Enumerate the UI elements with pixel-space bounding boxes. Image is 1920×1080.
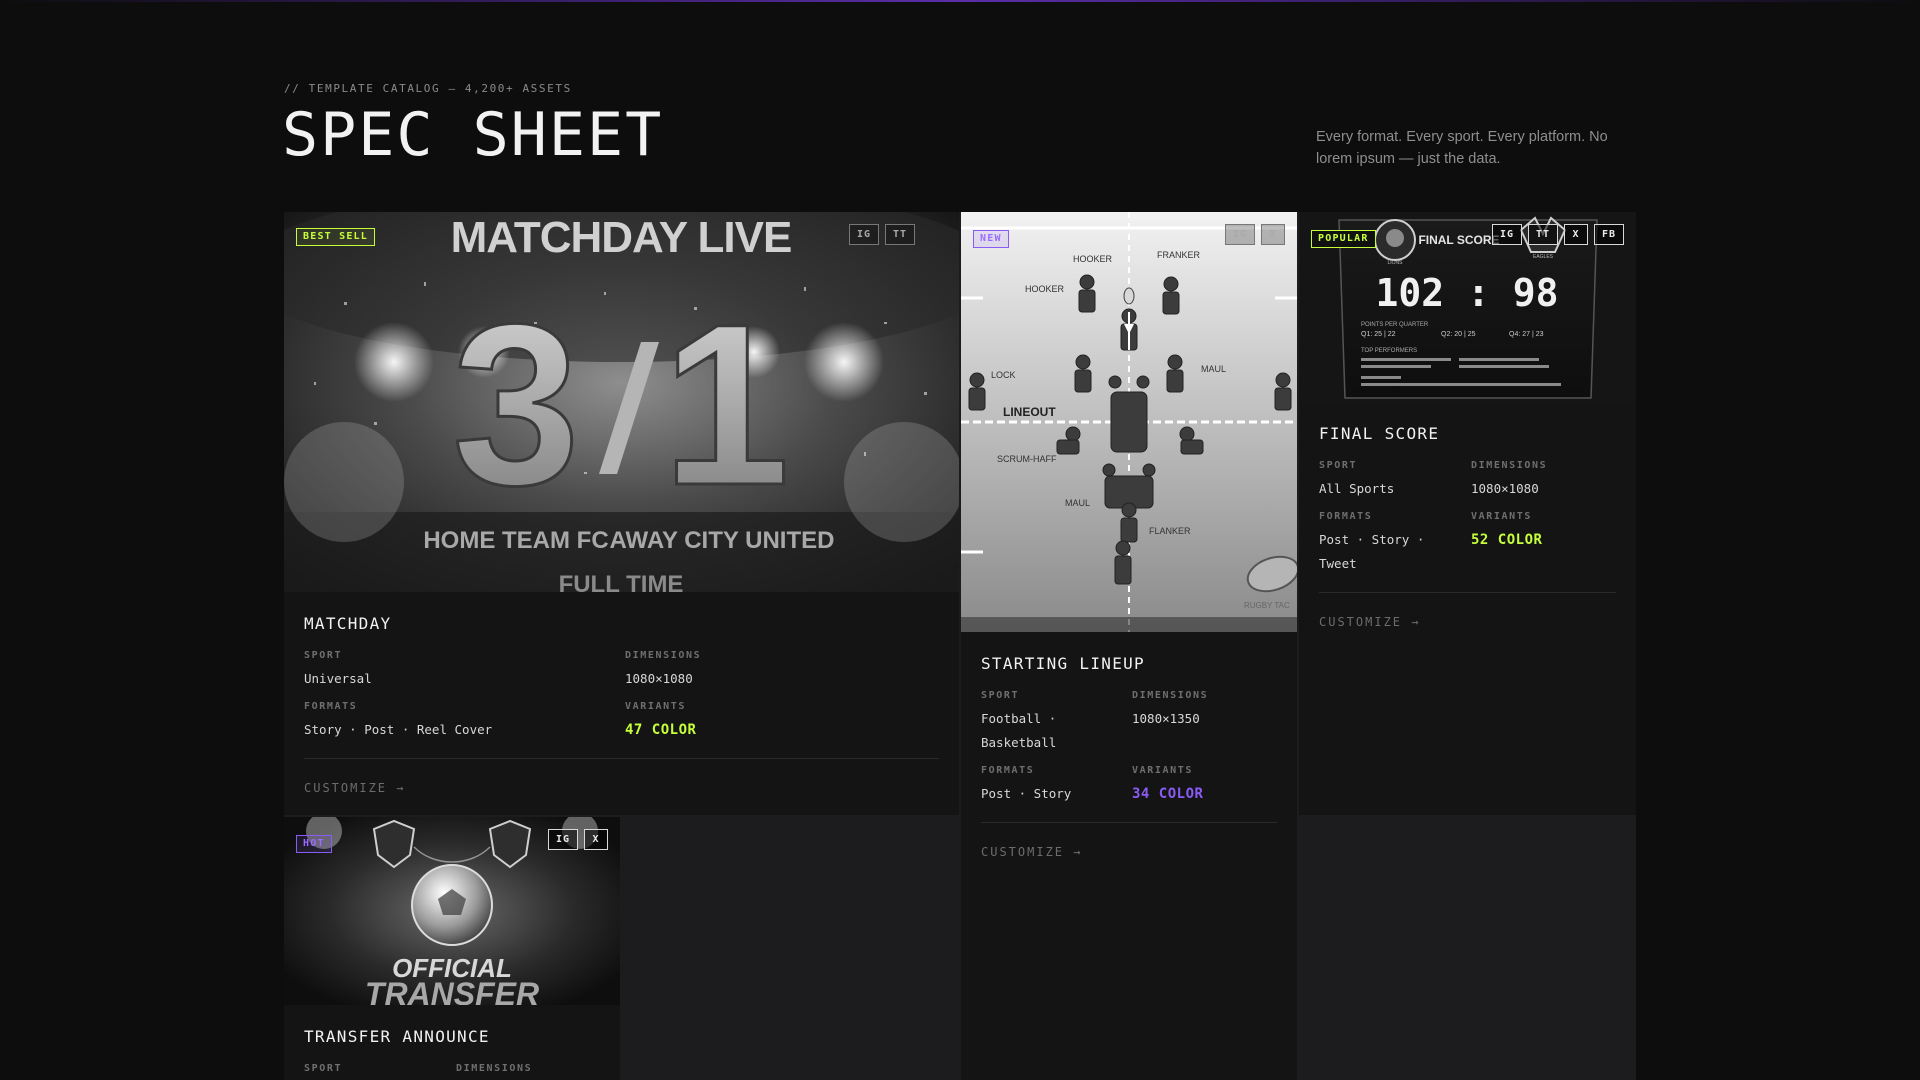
matchday-thumbnail[interactable]: MATCHDAY LIVE 3 1 HOME TEAM FC AWAY CITY…	[284, 212, 959, 592]
lineup-artwork: HOOKER FRANKER HOOKER LOCK MAUL LINEOUT …	[961, 212, 1297, 632]
customize-link[interactable]: CUSTOMIZE →	[304, 781, 405, 795]
svg-text:FLANKER: FLANKER	[1149, 526, 1191, 536]
svg-text:TOP PERFORMERS: TOP PERFORMERS	[1361, 348, 1417, 354]
label-variants: VARIANTS	[1471, 511, 1532, 522]
value-formats: Story · Post · Reel Cover	[304, 722, 493, 737]
card-divider	[981, 822, 1277, 823]
platform-fb: FB	[1594, 224, 1624, 245]
platform-ig: IG	[849, 224, 879, 245]
platform-tags: IG TT X FB	[1492, 224, 1624, 245]
svg-text:TRANSFER: TRANSFER	[365, 976, 539, 1005]
card-title: STARTING LINEUP	[981, 654, 1145, 673]
template-card-starting-lineup[interactable]: HOOKER FRANKER HOOKER LOCK MAUL LINEOUT …	[961, 212, 1297, 1080]
value-dimensions: 1080×1080	[1471, 481, 1539, 496]
svg-text:HOOKER: HOOKER	[1025, 284, 1065, 294]
label-formats: FORMATS	[304, 701, 358, 712]
card-title: FINAL SCORE	[1319, 424, 1440, 443]
label-variants: VARIANTS	[625, 701, 686, 712]
value-variants: 52 COLOR	[1471, 532, 1543, 548]
template-card-transfer-announce[interactable]: OFFICIAL TRANSFER HOT IG X TRANSFER ANNO…	[284, 817, 620, 1080]
page-title: SPEC SHEET	[282, 100, 664, 170]
value-variants: 34 COLOR	[1132, 786, 1204, 802]
catalog-eyebrow: // TEMPLATE CATALOG — 4,200+ ASSETS	[284, 82, 572, 95]
customize-link[interactable]: CUSTOMIZE →	[981, 845, 1082, 859]
value-formats: Post · Story · Tweet	[1319, 532, 1425, 571]
badge-best-sell: BEST SELL	[296, 228, 375, 246]
template-card-matchday[interactable]: MATCHDAY LIVE 3 1 HOME TEAM FC AWAY CITY…	[284, 212, 959, 815]
svg-text:RUGBY TAC: RUGBY TAC	[1244, 601, 1290, 610]
platform-ig: IG	[548, 829, 578, 850]
label-dimensions: DIMENSIONS	[1132, 690, 1209, 701]
card-divider	[1319, 592, 1616, 593]
svg-text:Q1: 25 | 22: Q1: 25 | 22	[1361, 331, 1396, 338]
matchday-artwork: MATCHDAY LIVE 3 1 HOME TEAM FC AWAY CITY…	[284, 212, 959, 592]
value-formats: Post · Story	[981, 786, 1072, 801]
label-sport: SPORT	[1319, 460, 1358, 471]
svg-text:POINTS PER QUARTER: POINTS PER QUARTER	[1361, 322, 1429, 328]
label-sport: SPORT	[304, 1063, 343, 1074]
svg-text:3: 3	[452, 276, 580, 533]
svg-text:SCRUM-HAFF: SCRUM-HAFF	[997, 454, 1057, 464]
svg-text:FULL TIME: FULL TIME	[559, 571, 684, 592]
platform-x: X	[1564, 224, 1588, 245]
final-score-thumbnail[interactable]: LIONS EAGLES FINAL SCORE 102 : 98 POINTS…	[1299, 212, 1636, 402]
platform-tags: IG TT	[849, 224, 915, 245]
svg-text:HOOKER: HOOKER	[1073, 254, 1113, 264]
page-tagline: Every format. Every sport. Every platfor…	[1316, 129, 1608, 167]
svg-text:Q4: 27 | 23: Q4: 27 | 23	[1509, 331, 1544, 338]
badge-hot: HOT	[296, 835, 332, 853]
lineup-thumbnail[interactable]: HOOKER FRANKER HOOKER LOCK MAUL LINEOUT …	[961, 212, 1297, 632]
badge-new: NEW	[973, 230, 1009, 248]
value-dimensions: 1080×1350	[1132, 711, 1200, 726]
label-dimensions: DIMENSIONS	[456, 1063, 533, 1074]
label-variants: VARIANTS	[1132, 765, 1193, 776]
value-sport: Universal	[304, 671, 372, 686]
label-dimensions: DIMENSIONS	[625, 650, 702, 661]
svg-text:LIONS: LIONS	[1387, 260, 1403, 266]
platform-tt: TT	[1528, 224, 1558, 245]
svg-text:FRANKER: FRANKER	[1157, 250, 1201, 260]
value-sport: All Sports	[1319, 481, 1395, 496]
value-sport: Football · Basketball	[981, 711, 1057, 750]
card-title: MATCHDAY	[304, 614, 392, 633]
svg-text:HOME TEAM FC: HOME TEAM FC	[423, 527, 608, 554]
template-card-final-score[interactable]: LIONS EAGLES FINAL SCORE 102 : 98 POINTS…	[1299, 212, 1636, 815]
svg-text:AWAY CITY UNITED: AWAY CITY UNITED	[610, 527, 835, 554]
label-sport: SPORT	[304, 650, 343, 661]
svg-text:MAUL: MAUL	[1201, 364, 1226, 374]
customize-link[interactable]: CUSTOMIZE →	[1319, 615, 1420, 629]
card-title: TRANSFER ANNOUNCE	[304, 1027, 490, 1046]
label-dimensions: DIMENSIONS	[1471, 460, 1548, 471]
svg-text:MATCHDAY LIVE: MATCHDAY LIVE	[451, 213, 792, 262]
platform-ig: IG	[1225, 224, 1255, 245]
label-formats: FORMATS	[1319, 511, 1373, 522]
platform-tt: TT	[885, 224, 915, 245]
platform-x: X	[584, 829, 608, 850]
platform-tags: IG X	[1225, 224, 1285, 245]
svg-text:1: 1	[662, 276, 790, 533]
value-dimensions: 1080×1080	[625, 671, 693, 686]
svg-text:FINAL SCORE: FINAL SCORE	[1418, 233, 1499, 247]
label-sport: SPORT	[981, 690, 1020, 701]
platform-tags: IG X	[548, 829, 608, 850]
svg-text:LOCK: LOCK	[991, 370, 1016, 380]
svg-text:LINEOUT: LINEOUT	[1003, 405, 1056, 419]
svg-text:Q2: 20 | 25: Q2: 20 | 25	[1441, 331, 1476, 338]
transfer-thumbnail[interactable]: OFFICIAL TRANSFER HOT IG X	[284, 817, 620, 1005]
value-variants: 47 COLOR	[625, 722, 697, 738]
badge-popular: POPULAR	[1311, 230, 1376, 248]
label-formats: FORMATS	[981, 765, 1035, 776]
svg-text:EAGLES: EAGLES	[1533, 254, 1554, 260]
platform-x: X	[1261, 224, 1285, 245]
svg-text:MAUL: MAUL	[1065, 498, 1090, 508]
card-divider	[304, 758, 939, 759]
platform-ig: IG	[1492, 224, 1522, 245]
top-accent-line	[0, 0, 1920, 2]
svg-text:102 : 98: 102 : 98	[1375, 271, 1558, 315]
